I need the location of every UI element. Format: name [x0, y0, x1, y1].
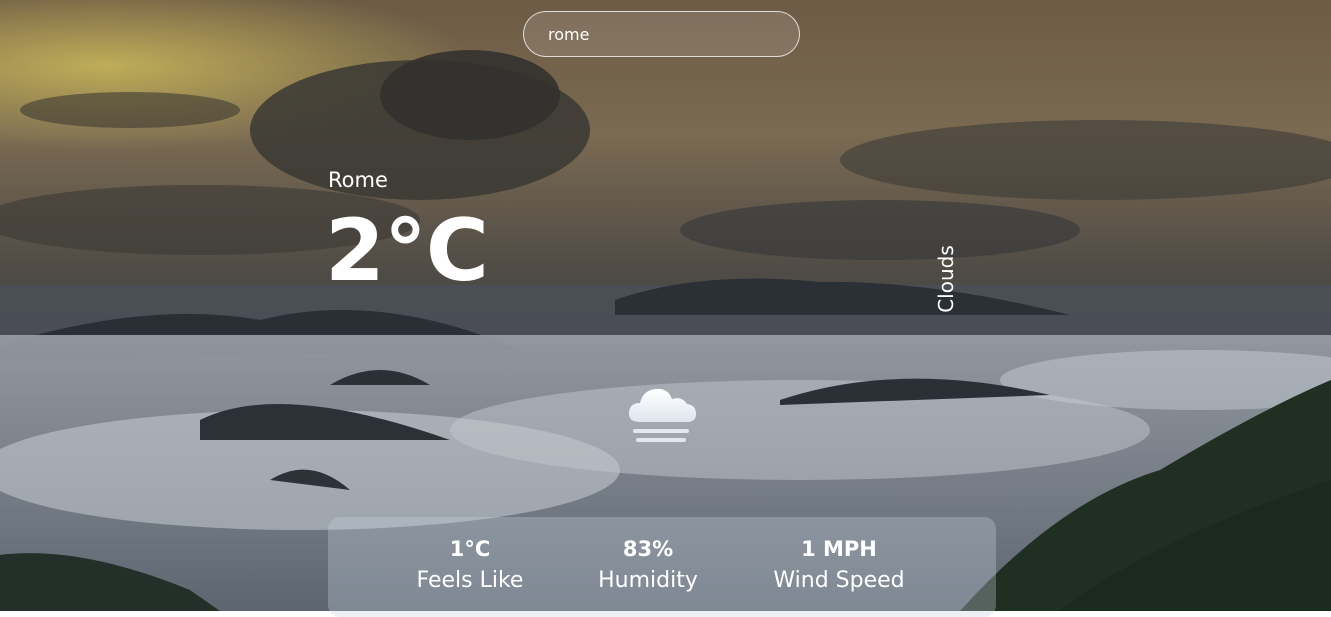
cloud-fog-icon — [628, 388, 696, 442]
feels-like-stat: 1°C Feels Like — [378, 539, 562, 592]
wind-speed-stat: 1 MPH Wind Speed — [748, 539, 930, 592]
weather-description: Clouds — [934, 245, 958, 313]
wind-speed-label: Wind Speed — [773, 568, 905, 593]
wind-speed-value: 1 MPH — [801, 537, 877, 561]
temperature-display: 2°C — [325, 201, 489, 301]
feels-like-value: 1°C — [449, 537, 491, 561]
weather-stats-panel: 1°C Feels Like 83% Humidity 1 MPH Wind S… — [328, 517, 996, 617]
humidity-label: Humidity — [598, 568, 698, 593]
feels-like-label: Feels Like — [416, 568, 524, 593]
city-search-input[interactable] — [523, 11, 800, 57]
humidity-stat: 83% Humidity — [568, 539, 728, 592]
humidity-value: 83% — [622, 537, 674, 561]
city-name: Rome — [328, 168, 388, 192]
